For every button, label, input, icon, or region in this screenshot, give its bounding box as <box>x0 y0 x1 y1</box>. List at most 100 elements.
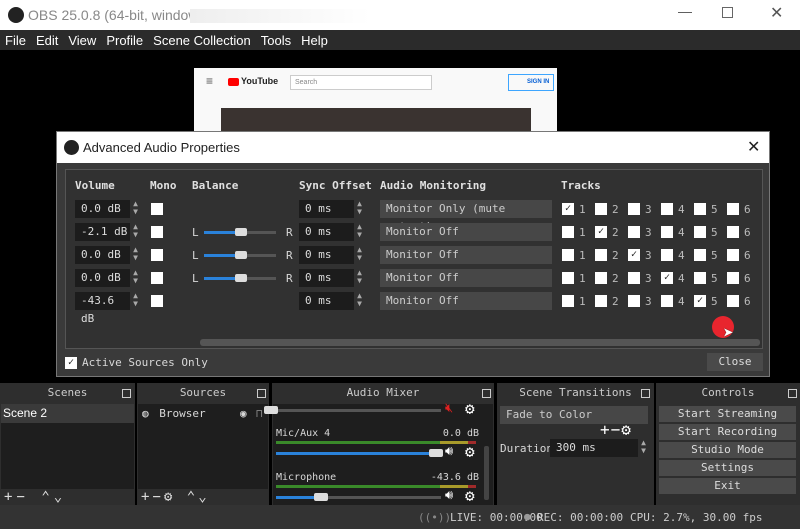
track-5-checkbox[interactable] <box>694 249 706 261</box>
mono-checkbox[interactable] <box>151 295 163 307</box>
menu-scene-collection[interactable]: Scene Collection <box>153 33 251 48</box>
float-icon[interactable] <box>482 389 491 398</box>
sync-offset-input[interactable]: 0 ms <box>299 200 354 218</box>
horizontal-scrollbar[interactable] <box>200 339 760 346</box>
muted-speaker-icon[interactable]: 🔇︎ <box>445 401 453 416</box>
mixer-volume-slider[interactable] <box>276 449 443 457</box>
track-5-checkbox[interactable] <box>694 203 706 215</box>
balance-handle[interactable] <box>235 228 247 236</box>
mixer-volume-handle[interactable] <box>313 493 328 501</box>
menu-edit[interactable]: Edit <box>36 33 58 48</box>
start-streaming-button[interactable]: Start Streaming <box>659 406 796 422</box>
move-down-icon[interactable]: ⌄ <box>54 489 66 505</box>
audio-monitoring-select[interactable]: Monitor Off <box>380 269 552 287</box>
track-6-checkbox[interactable] <box>727 203 739 215</box>
track-3-checkbox[interactable] <box>628 272 640 284</box>
mono-checkbox[interactable] <box>151 203 163 215</box>
track-2-checkbox[interactable] <box>595 272 607 284</box>
track-4-checkbox[interactable]: ✓ <box>661 272 673 284</box>
sync-offset-input[interactable]: 0 ms <box>299 292 354 310</box>
settings-button[interactable]: Settings <box>659 460 796 476</box>
exit-button[interactable]: Exit <box>659 478 796 494</box>
float-icon[interactable] <box>122 389 131 398</box>
mixer-gear-icon[interactable]: ⚙ <box>465 399 475 418</box>
remove-source-button[interactable]: − <box>152 489 163 505</box>
track-2-checkbox[interactable] <box>595 203 607 215</box>
audio-monitoring-select[interactable]: Monitor Off <box>380 223 552 241</box>
mono-checkbox[interactable] <box>151 226 163 238</box>
duration-input[interactable]: 300 ms <box>550 439 638 457</box>
menu-tools[interactable]: Tools <box>261 33 291 48</box>
transition-gear-icon[interactable]: ⚙ <box>621 420 632 439</box>
scene-item[interactable]: Scene 2 <box>1 404 134 423</box>
sync-offset-spinner[interactable]: ▲ ▼ <box>354 246 365 264</box>
menu-file[interactable]: File <box>5 33 26 48</box>
track-2-checkbox[interactable] <box>595 249 607 261</box>
close-window-button[interactable]: ✕ <box>770 3 783 23</box>
volume-spinner[interactable]: ▲ ▼ <box>130 292 141 310</box>
sync-offset-spinner[interactable]: ▲ ▼ <box>354 200 365 218</box>
track-1-checkbox[interactable] <box>562 249 574 261</box>
track-6-checkbox[interactable] <box>727 295 739 307</box>
mixer-scrollbar[interactable] <box>484 446 489 500</box>
track-4-checkbox[interactable] <box>661 226 673 238</box>
track-3-checkbox[interactable]: ✓ <box>628 249 640 261</box>
volume-input[interactable]: -43.6 dB <box>75 292 130 325</box>
float-icon[interactable] <box>788 389 797 398</box>
track-3-checkbox[interactable] <box>628 295 640 307</box>
audio-monitoring-select[interactable]: Monitor Off <box>380 292 552 310</box>
track-6-checkbox[interactable] <box>727 226 739 238</box>
dialog-close-icon[interactable]: ✕ <box>747 137 760 157</box>
volume-input[interactable]: 0.0 dB <box>75 269 130 287</box>
add-transition-button[interactable]: + <box>600 420 611 439</box>
move-up-icon[interactable]: ⌃ <box>187 489 198 505</box>
minimize-button[interactable]: — <box>678 3 692 19</box>
track-1-checkbox[interactable] <box>562 272 574 284</box>
track-5-checkbox[interactable] <box>694 272 706 284</box>
volume-input[interactable]: 0.0 dB <box>75 246 130 264</box>
mixer-gear-icon[interactable]: ⚙ <box>465 442 475 461</box>
float-icon[interactable] <box>257 389 266 398</box>
balance-handle[interactable] <box>235 274 247 282</box>
move-down-icon[interactable]: ⌄ <box>198 489 209 505</box>
audio-monitoring-select[interactable]: Monitor Only (mute output) <box>380 200 552 233</box>
mixer-volume-slider[interactable] <box>264 406 441 414</box>
sync-offset-input[interactable]: 0 ms <box>299 223 354 241</box>
track-1-checkbox[interactable] <box>562 295 574 307</box>
menu-help[interactable]: Help <box>301 33 328 48</box>
active-sources-only-checkbox[interactable]: ✓ <box>65 357 77 369</box>
maximize-button[interactable] <box>722 7 733 18</box>
mixer-volume-handle[interactable] <box>429 449 443 457</box>
volume-spinner[interactable]: ▲ ▼ <box>130 200 141 218</box>
track-1-checkbox[interactable]: ✓ <box>562 203 574 215</box>
menu-view[interactable]: View <box>68 33 96 48</box>
lock-icon[interactable]: ⊓ <box>256 404 263 423</box>
add-scene-button[interactable]: + <box>4 489 16 505</box>
mono-checkbox[interactable] <box>151 272 163 284</box>
sync-offset-input[interactable]: 0 ms <box>299 269 354 287</box>
volume-spinner[interactable]: ▲ ▼ <box>130 223 141 241</box>
mixer-volume-handle[interactable] <box>264 406 278 414</box>
track-1-checkbox[interactable] <box>562 226 574 238</box>
source-item[interactable]: ◍ Browser ◉ ⊓ <box>138 404 268 423</box>
mono-checkbox[interactable] <box>151 249 163 261</box>
sync-offset-spinner[interactable]: ▲ ▼ <box>354 292 365 310</box>
track-6-checkbox[interactable] <box>727 249 739 261</box>
speaker-icon[interactable]: 🔊︎ <box>445 488 453 503</box>
track-4-checkbox[interactable] <box>661 295 673 307</box>
speaker-icon[interactable]: 🔊︎ <box>445 444 453 459</box>
balance-handle[interactable] <box>235 251 247 259</box>
volume-spinner[interactable]: ▲ ▼ <box>130 246 141 264</box>
balance-slider[interactable] <box>204 228 276 236</box>
volume-input[interactable]: -2.1 dB <box>75 223 130 241</box>
remove-scene-button[interactable]: − <box>16 489 28 505</box>
mixer-volume-slider[interactable] <box>276 493 441 501</box>
mixer-gear-icon[interactable]: ⚙ <box>465 486 475 505</box>
track-2-checkbox[interactable] <box>595 295 607 307</box>
source-properties-gear-icon[interactable]: ⚙ <box>164 489 175 505</box>
sync-offset-spinner[interactable]: ▲ ▼ <box>354 269 365 287</box>
add-source-button[interactable]: + <box>141 489 152 505</box>
track-5-checkbox[interactable]: ✓ <box>694 295 706 307</box>
close-button[interactable]: Close <box>707 353 763 371</box>
duration-spinner[interactable]: ▲ ▼ <box>638 439 649 457</box>
